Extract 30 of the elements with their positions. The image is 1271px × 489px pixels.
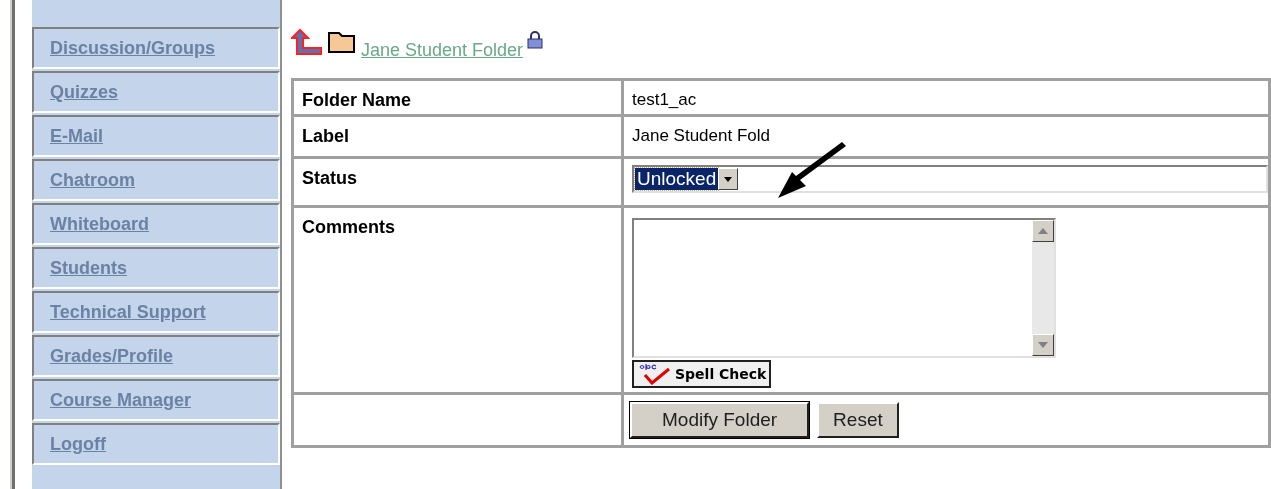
down-arrow-icon: [1038, 342, 1048, 348]
sidebar-link[interactable]: Course Manager: [31, 379, 280, 421]
modify-folder-button[interactable]: Modify Folder: [630, 402, 810, 438]
caret-icon: [718, 168, 739, 190]
up-level-icon: [291, 28, 323, 56]
field-label: Status: [302, 168, 357, 188]
field-label: Folder Name: [302, 90, 412, 110]
field-value: Jane Student Fold: [632, 126, 770, 145]
sidebar-link[interactable]: Whiteboard: [31, 203, 280, 245]
sidebar-link[interactable]: Grades/Profile: [31, 335, 280, 377]
sidebar-link[interactable]: Chatroom: [31, 159, 280, 201]
sidebar-link[interactable]: E-Mail: [31, 115, 280, 157]
status-dropdown[interactable]: Unlocked: [632, 165, 1268, 193]
scrollbar[interactable]: [1032, 220, 1054, 356]
spell-check-icon: [637, 363, 671, 385]
lock-icon: [527, 31, 544, 49]
folder-icon: [327, 29, 357, 55]
comments-field[interactable]: [632, 218, 1056, 358]
reset-button[interactable]: Reset: [817, 402, 899, 438]
sidebar-link[interactable]: Students: [31, 247, 280, 289]
sidebar-link[interactable]: Quizzes: [31, 71, 280, 113]
sidebar-link[interactable]: Logoff: [31, 423, 280, 465]
field-label: Label: [302, 126, 349, 146]
folder-link[interactable]: Jane Student Folder: [361, 37, 524, 64]
sidebar-link[interactable]: Discussion/Groups: [31, 27, 280, 69]
sidebar-link[interactable]: Technical Support: [31, 291, 280, 333]
field-value: test1_ac: [632, 90, 697, 109]
up-arrow-icon: [1038, 228, 1048, 234]
field-label: Comments: [302, 217, 395, 237]
spell-check-button[interactable]: Spell Check: [632, 360, 772, 388]
